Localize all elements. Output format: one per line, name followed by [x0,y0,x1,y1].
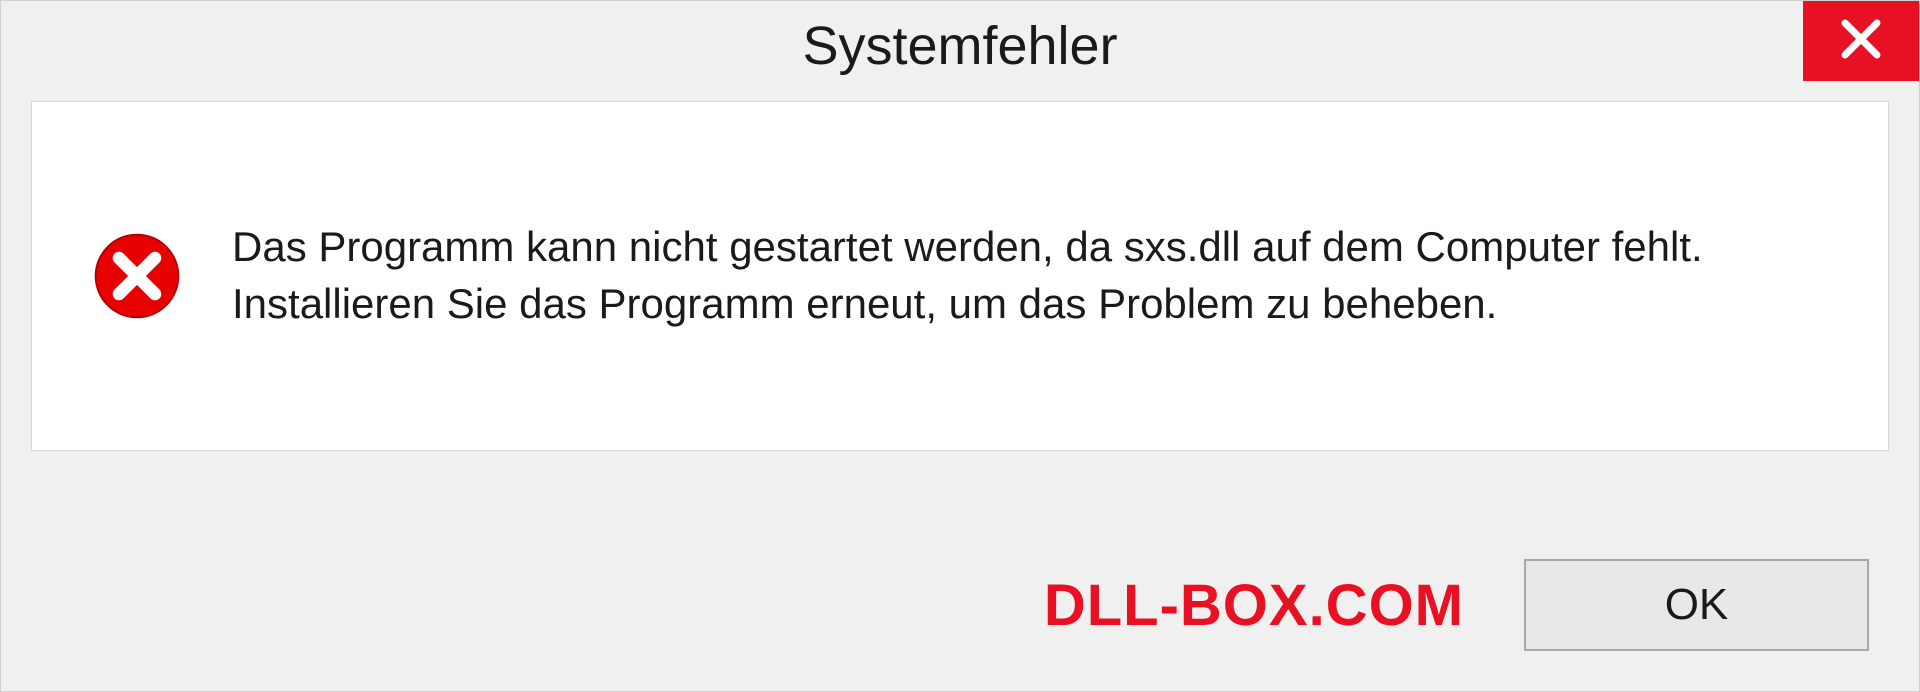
footer: DLL-BOX.COM OK [1,559,1919,651]
close-button[interactable] [1803,1,1919,81]
watermark-text: DLL-BOX.COM [1044,572,1464,639]
content-panel: Das Programm kann nicht gestartet werden… [31,101,1889,451]
close-icon [1839,17,1883,66]
ok-button[interactable]: OK [1524,559,1869,651]
error-message: Das Programm kann nicht gestartet werden… [232,219,1828,332]
dialog-title: Systemfehler [802,15,1117,77]
ok-button-label: OK [1665,580,1729,630]
titlebar: Systemfehler [1,1,1919,91]
error-dialog: Systemfehler Das Programm kann nicht ges… [0,0,1920,692]
error-icon [92,231,182,321]
